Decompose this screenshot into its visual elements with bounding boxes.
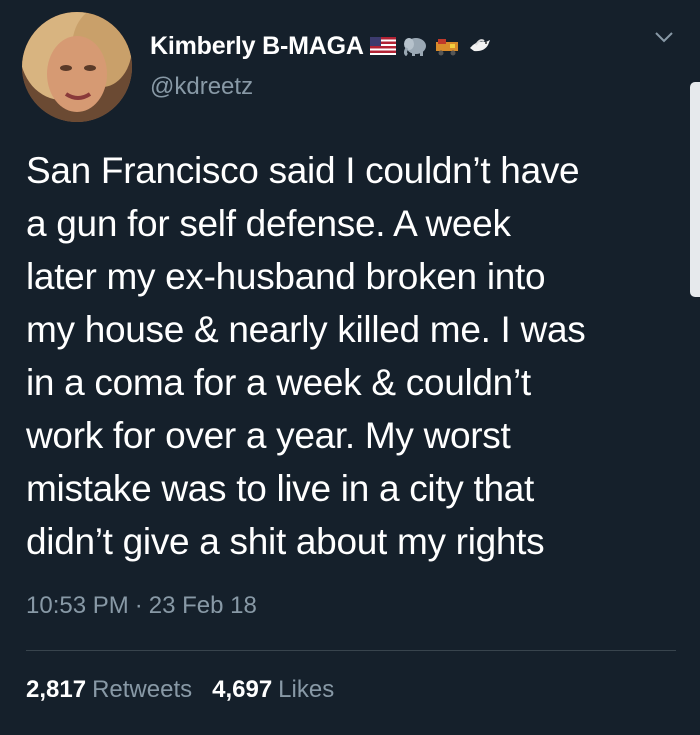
likes-label: Likes: [278, 676, 335, 703]
scrollbar[interactable]: [690, 82, 700, 297]
likes-count: 4,697: [212, 676, 273, 703]
tweet-stats: 2,817 Retweets 4,697 Likes: [26, 676, 334, 704]
chevron-down-icon[interactable]: [654, 30, 674, 44]
divider: [26, 650, 676, 651]
tweet-text: San Francisco said I couldn’t have a gun…: [26, 150, 586, 562]
meta-separator: ·: [134, 592, 143, 619]
dove-icon: [466, 35, 492, 57]
avatar[interactable]: [22, 12, 132, 122]
tweet-card: Kimberly B-MAGA @kdreetz San Francisco s…: [0, 0, 700, 735]
author-name-row[interactable]: Kimberly B-MAGA: [150, 28, 492, 64]
author-handle[interactable]: @kdreetz: [150, 73, 253, 101]
retweets-label: Retweets: [92, 676, 193, 703]
avatar-photo: [22, 12, 132, 122]
retweets-count: 2,817: [26, 676, 87, 703]
train-icon: [434, 35, 460, 57]
tweet-timestamp[interactable]: 10:53 PM · 23 Feb 18: [26, 592, 257, 620]
likes-stat[interactable]: 4,697 Likes: [212, 676, 334, 704]
elephant-icon: [402, 35, 428, 57]
tweet-time: 10:53 PM: [26, 592, 129, 619]
display-name[interactable]: Kimberly B-MAGA: [150, 32, 364, 61]
flag-usa-icon: [369, 35, 396, 57]
retweets-stat[interactable]: 2,817 Retweets: [26, 676, 192, 704]
tweet-date: 23 Feb 18: [148, 592, 257, 619]
